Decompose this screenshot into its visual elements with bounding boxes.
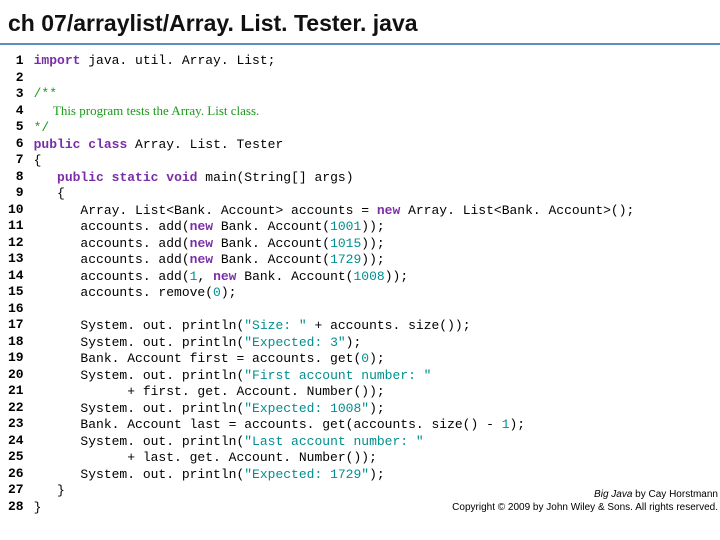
string-literal: "Expected: 1729" [244, 467, 369, 482]
string-literal: "Last account number: " [244, 434, 423, 449]
code-text: ); [369, 467, 385, 482]
code-text: Array. List<Bank. Account> accounts = [34, 203, 377, 218]
comment-open: /** [34, 86, 57, 101]
code-text: Bank. Account last = accounts. get(accou… [34, 417, 502, 432]
keyword-import: import [34, 53, 81, 68]
code-text: ); [346, 335, 362, 350]
code-text: Bank. Account( [236, 269, 353, 284]
page-title: ch 07/arraylist/Array. List. Tester. jav… [0, 0, 720, 43]
line-number-gutter: 1 2 3 4 5 6 7 8 9 10 11 12 13 14 15 16 1… [8, 53, 34, 516]
code-text: System. out. println( [34, 368, 245, 383]
code-content: import java. util. Array. List; /** This… [34, 53, 635, 516]
string-literal: "First account number: " [244, 368, 431, 383]
code-text: + first. get. Account. Number()); [34, 384, 385, 399]
code-text: + last. get. Account. Number()); [34, 450, 377, 465]
footer-author: by Cay Horstmann [632, 489, 718, 500]
code-text: Bank. Account( [213, 252, 330, 267]
code-text: ); [369, 351, 385, 366]
comment-close: */ [34, 120, 50, 135]
string-literal: "Expected: 3" [244, 335, 345, 350]
number-literal: 1001 [330, 219, 361, 234]
code-text: accounts. add( [34, 219, 190, 234]
indent [34, 170, 57, 185]
number-literal: 0 [361, 351, 369, 366]
code-text: System. out. println( [34, 401, 245, 416]
number-literal: 0 [213, 285, 221, 300]
code-text: System. out. println( [34, 335, 245, 350]
brace: { [34, 153, 42, 168]
keyword-public: public [57, 170, 104, 185]
code-text: Array. List<Bank. Account>(); [400, 203, 634, 218]
number-literal: 1015 [330, 236, 361, 251]
number-literal: 1008 [354, 269, 385, 284]
code-text: ); [221, 285, 237, 300]
brace: { [34, 186, 65, 201]
code-text: accounts. add( [34, 269, 190, 284]
title-rule [0, 43, 720, 45]
brace: } [34, 483, 65, 498]
code-text: + accounts. size()); [307, 318, 471, 333]
keyword-public: public [34, 137, 81, 152]
code-text: java. util. Array. List; [80, 53, 275, 68]
brace: } [34, 500, 42, 515]
code-text: ); [510, 417, 526, 432]
code-text: ); [369, 401, 385, 416]
footer: Big Java by Cay Horstmann Copyright © 20… [452, 488, 718, 514]
keyword-new: new [190, 236, 213, 251]
keyword-new: new [190, 252, 213, 267]
code-text: , [197, 269, 213, 284]
code-block: 1 2 3 4 5 6 7 8 9 10 11 12 13 14 15 16 1… [0, 53, 720, 516]
number-literal: 1 [502, 417, 510, 432]
doc-comment: This program tests the Array. List class… [34, 103, 260, 118]
code-text: Bank. Account( [213, 236, 330, 251]
keyword-new: new [377, 203, 400, 218]
code-text: main(String[] args) [197, 170, 353, 185]
code-text: )); [361, 252, 384, 267]
keyword-new: new [190, 219, 213, 234]
code-text: Bank. Account first = accounts. get( [34, 351, 362, 366]
code-text: System. out. println( [34, 318, 245, 333]
code-text: accounts. add( [34, 252, 190, 267]
code-text: Array. List. Tester [127, 137, 283, 152]
keyword-new: new [213, 269, 236, 284]
string-literal: "Expected: 1008" [244, 401, 369, 416]
string-literal: "Size: " [244, 318, 306, 333]
code-text: Bank. Account( [213, 219, 330, 234]
code-text: accounts. add( [34, 236, 190, 251]
code-text: System. out. println( [34, 434, 245, 449]
keyword-static: static [112, 170, 159, 185]
code-text: )); [361, 236, 384, 251]
code-text: )); [385, 269, 408, 284]
keyword-class: class [88, 137, 127, 152]
code-text: System. out. println( [34, 467, 245, 482]
code-text: )); [361, 219, 384, 234]
code-text: accounts. remove( [34, 285, 213, 300]
number-literal: 1729 [330, 252, 361, 267]
footer-book-title: Big Java [594, 489, 632, 500]
footer-copyright: Copyright © 2009 by John Wiley & Sons. A… [452, 502, 718, 513]
keyword-void: void [166, 170, 197, 185]
